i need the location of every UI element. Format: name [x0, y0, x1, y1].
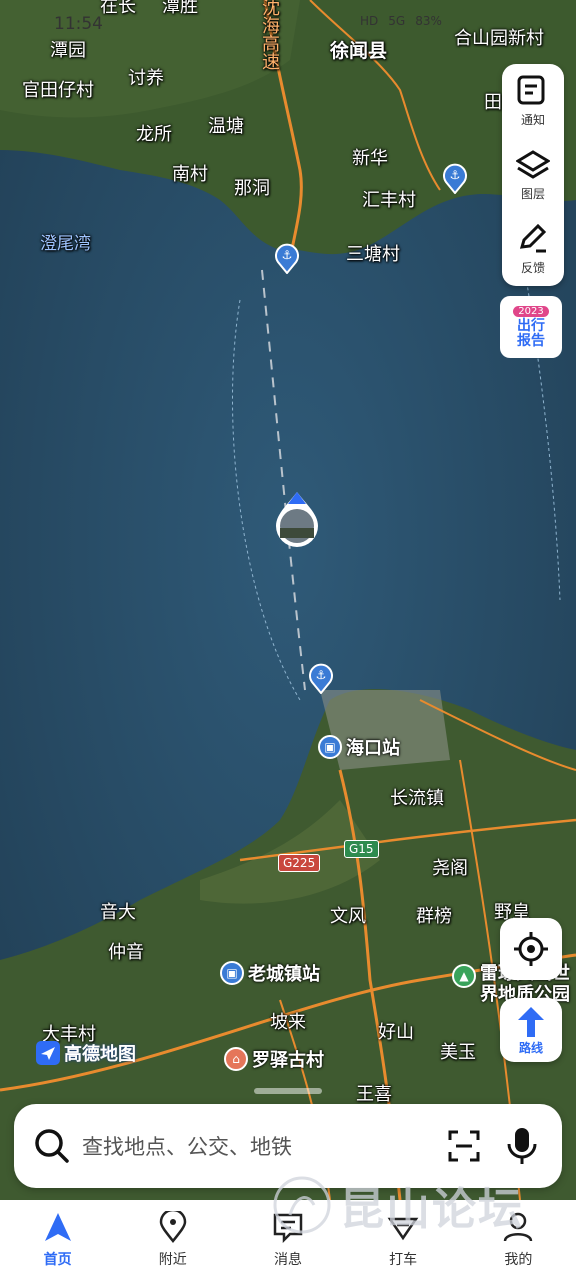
edit-pencil-icon	[519, 223, 547, 252]
layers-icon	[516, 149, 550, 179]
photo-location-pin-icon[interactable]	[274, 490, 320, 550]
road-badge-g15: G15	[344, 840, 379, 858]
place-label: 那洞	[234, 178, 270, 199]
feedback-button[interactable]: 反馈	[502, 212, 564, 286]
svg-text:⚓: ⚓	[316, 668, 327, 682]
place-label: 长流镇	[390, 788, 444, 809]
place-label: 好山	[378, 1022, 414, 1043]
notify-button[interactable]: 通知	[502, 64, 564, 138]
poi-luoyi[interactable]: ⌂ 罗驿古村	[224, 1046, 324, 1072]
place-label: 徐闻县	[330, 40, 388, 62]
place-label: 合山园新村	[454, 28, 544, 49]
layers-button[interactable]: 图层	[502, 138, 564, 212]
feedback-label: 反馈	[520, 260, 545, 275]
place-label: 官田仔村	[22, 80, 94, 101]
navigation-arrow-icon	[44, 1213, 71, 1241]
place-label: 美玉	[440, 1042, 476, 1063]
tab-label: 打车	[389, 1252, 418, 1268]
tab-label: 首页	[43, 1252, 72, 1268]
station-label: 老城镇站	[248, 964, 320, 985]
park-icon: ▲	[452, 964, 476, 988]
search-bar[interactable]: 查找地点、公交、地铁	[14, 1104, 562, 1188]
place-label: 龙所	[136, 124, 172, 145]
map-tools-panel: 通知 图层 反馈	[502, 64, 564, 286]
tab-label: 我的	[504, 1252, 533, 1268]
place-label: 在长	[100, 0, 136, 17]
tab-home[interactable]: 首页	[3, 1211, 113, 1269]
notify-label: 通知	[520, 112, 545, 127]
map-view[interactable]: 11:54 HD 5G 83% 在长 潭胜 潭园 官田仔村 讨养 龙所 温塘 南…	[0, 0, 576, 1200]
report-year: 2023	[513, 305, 549, 317]
route-label: 路线	[518, 1040, 543, 1055]
expressway-label: 沈海高速	[262, 0, 280, 73]
search-input[interactable]: 查找地点、公交、地铁	[82, 1131, 444, 1161]
crosshair-location-icon	[514, 932, 548, 966]
status-indicators: HD 5G 83%	[360, 14, 442, 28]
road-badge-g225: G225	[278, 854, 321, 872]
signal-indicator: 5G	[388, 14, 406, 28]
place-label: 汇丰村	[362, 190, 416, 211]
message-icon	[273, 1213, 303, 1243]
locate-button[interactable]	[500, 918, 562, 980]
notification-icon	[517, 75, 545, 104]
battery-indicator: 83%	[415, 14, 442, 28]
place-label: 潭园	[50, 40, 86, 61]
port-anchor-icon[interactable]: ⚓	[274, 242, 300, 274]
taxi-icon	[387, 1217, 419, 1241]
search-icon	[35, 1129, 69, 1163]
microphone-icon[interactable]	[504, 1126, 540, 1166]
route-arrow-icon	[518, 1006, 544, 1037]
place-label: 仲音	[108, 942, 144, 963]
place-label: 音大	[100, 902, 136, 923]
svg-text:⚓: ⚓	[450, 168, 461, 182]
logo-text: 高德地图	[64, 1044, 136, 1065]
tab-label: 附近	[158, 1252, 187, 1268]
train-station-icon: ▣	[220, 961, 244, 985]
bay-label: 澄尾湾	[40, 234, 91, 254]
port-anchor-icon[interactable]: ⚓	[442, 162, 468, 194]
tab-nearby[interactable]: 附近	[118, 1211, 228, 1269]
tab-label: 消息	[273, 1252, 302, 1268]
place-label: 尧阁	[432, 858, 468, 879]
place-label: 南村	[172, 164, 208, 185]
route-button[interactable]: 路线	[500, 998, 562, 1062]
station-haikou[interactable]: ▣ 海口站	[318, 734, 400, 760]
bottom-tab-bar: 首页 附近 消息 打车 我的	[0, 1200, 576, 1280]
layers-label: 图层	[520, 186, 545, 201]
travel-report-badge[interactable]: 2023 出行报告	[500, 296, 562, 358]
tab-taxi[interactable]: 打车	[348, 1211, 458, 1269]
station-laocheng[interactable]: ▣ 老城镇站	[220, 960, 320, 986]
place-label: 文风	[330, 906, 366, 927]
place-label: 群榜	[416, 906, 452, 927]
user-icon	[504, 1212, 533, 1242]
tab-me[interactable]: 我的	[463, 1211, 573, 1269]
port-anchor-icon[interactable]: ⚓	[308, 662, 334, 694]
poi-label: 罗驿古村	[252, 1050, 324, 1071]
place-label: 三塘村	[346, 244, 400, 265]
place-label: 田	[484, 92, 502, 113]
place-label: 温塘	[208, 116, 244, 137]
network-indicator: HD	[360, 14, 379, 28]
place-label: 讨养	[128, 68, 164, 89]
place-label: 坡来	[270, 1012, 306, 1033]
train-station-icon: ▣	[318, 735, 342, 759]
place-label: 王喜	[356, 1084, 392, 1105]
svg-text:⚓: ⚓	[282, 248, 293, 262]
amap-logo-icon	[36, 1041, 60, 1065]
tab-messages[interactable]: 消息	[233, 1211, 343, 1269]
report-text: 出行报告	[517, 317, 545, 349]
place-label: 新华	[352, 148, 388, 169]
status-time: 11:54	[54, 14, 103, 34]
drag-handle[interactable]	[254, 1088, 322, 1094]
location-pin-icon	[159, 1211, 187, 1243]
scenic-spot-icon: ⌂	[224, 1047, 248, 1071]
scan-icon[interactable]	[444, 1126, 484, 1166]
amap-logo: 高德地图	[36, 1040, 136, 1066]
place-label: 潭胜	[162, 0, 198, 17]
station-label: 海口站	[346, 738, 400, 759]
